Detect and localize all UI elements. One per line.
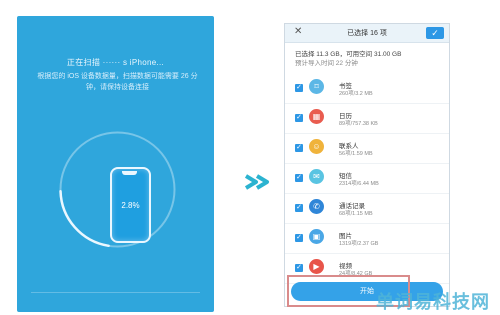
bookmark-icon: ⌑ [309,79,324,94]
select-data-screen: ✕ 已选择 16 项 ✓ 已选择 11.3 GB，可用空间 31.00 GB 预… [284,23,450,307]
contacts-icon: ☺ [309,139,324,154]
check-icon: ✓ [431,28,439,38]
item-size: 68项/1.15 MB [339,211,373,217]
phone-icon: ✆ [309,199,324,214]
watermark: 单词易科技网 [376,292,490,312]
header-title: 已选择 16 项 [347,30,387,37]
scan-title: 正在扫描 ······ s iPhone... [66,58,165,67]
list-item[interactable]: ✓ ▣ 图片 1319项/2.37 GB [285,224,449,254]
progress-percent: 2.8% [121,201,140,210]
item-size: 89项/757.38 KB [339,121,378,127]
data-type-list: ✓ ⌑ 书签 260项/3.2 MB ✓ ▦ 日历 89项/757.38 KB ✓ ☺ 联系人 56项… [285,74,449,284]
image-icon: ▣ [309,229,324,244]
scanning-screen: 正在扫描 ······ s iPhone... 根据您的 iOS 设备数据量，扫… [17,16,214,312]
checkbox[interactable]: ✓ [295,204,303,212]
checkbox[interactable]: ✓ [295,84,303,92]
confirm-button[interactable]: ✓ [426,27,444,39]
list-item[interactable]: ✓ ✆ 通话记录 68项/1.15 MB [285,194,449,224]
arrow-right-icon [244,174,269,190]
item-size: 260项/3.2 MB [339,91,373,97]
list-item[interactable]: ✓ ⌑ 书签 260项/3.2 MB [285,74,449,104]
checkbox[interactable]: ✓ [295,114,303,122]
list-item[interactable]: ✓ ✉ 短信 2314项/6.44 MB [285,164,449,194]
list-item[interactable]: ✓ ▦ 日历 89项/757.38 KB [285,104,449,134]
header-bar: ✕ 已选择 16 项 ✓ [285,24,449,43]
calendar-icon: ▦ [309,109,324,124]
checkbox[interactable]: ✓ [295,234,303,242]
item-size: 1319项/2.37 GB [339,241,379,247]
checkbox[interactable]: ✓ [295,144,303,152]
selection-summary: 已选择 11.3 GB，可用空间 31.00 GB 预计导入时间 22 分钟 [295,50,443,68]
summary-size: 已选择 11.3 GB，可用空间 31.00 GB [295,51,402,58]
message-icon: ✉ [309,169,324,184]
item-size: 56项/1.59 MB [339,151,373,157]
checkbox[interactable]: ✓ [295,174,303,182]
item-size: 2314项/6.44 MB [339,181,379,187]
summary-time: 预计导入时间 22 分钟 [295,60,358,67]
scan-subtitle: 根据您的 iOS 设备数据量，扫描数据可能需要 26 分钟，请保持设备连接 [37,73,198,91]
list-item[interactable]: ✓ ☺ 联系人 56项/1.59 MB [285,134,449,164]
checkbox[interactable]: ✓ [295,264,303,272]
video-icon: ▶ [309,259,324,274]
device-phone-icon: 2.8% [110,167,151,243]
bottom-bar [31,292,200,306]
